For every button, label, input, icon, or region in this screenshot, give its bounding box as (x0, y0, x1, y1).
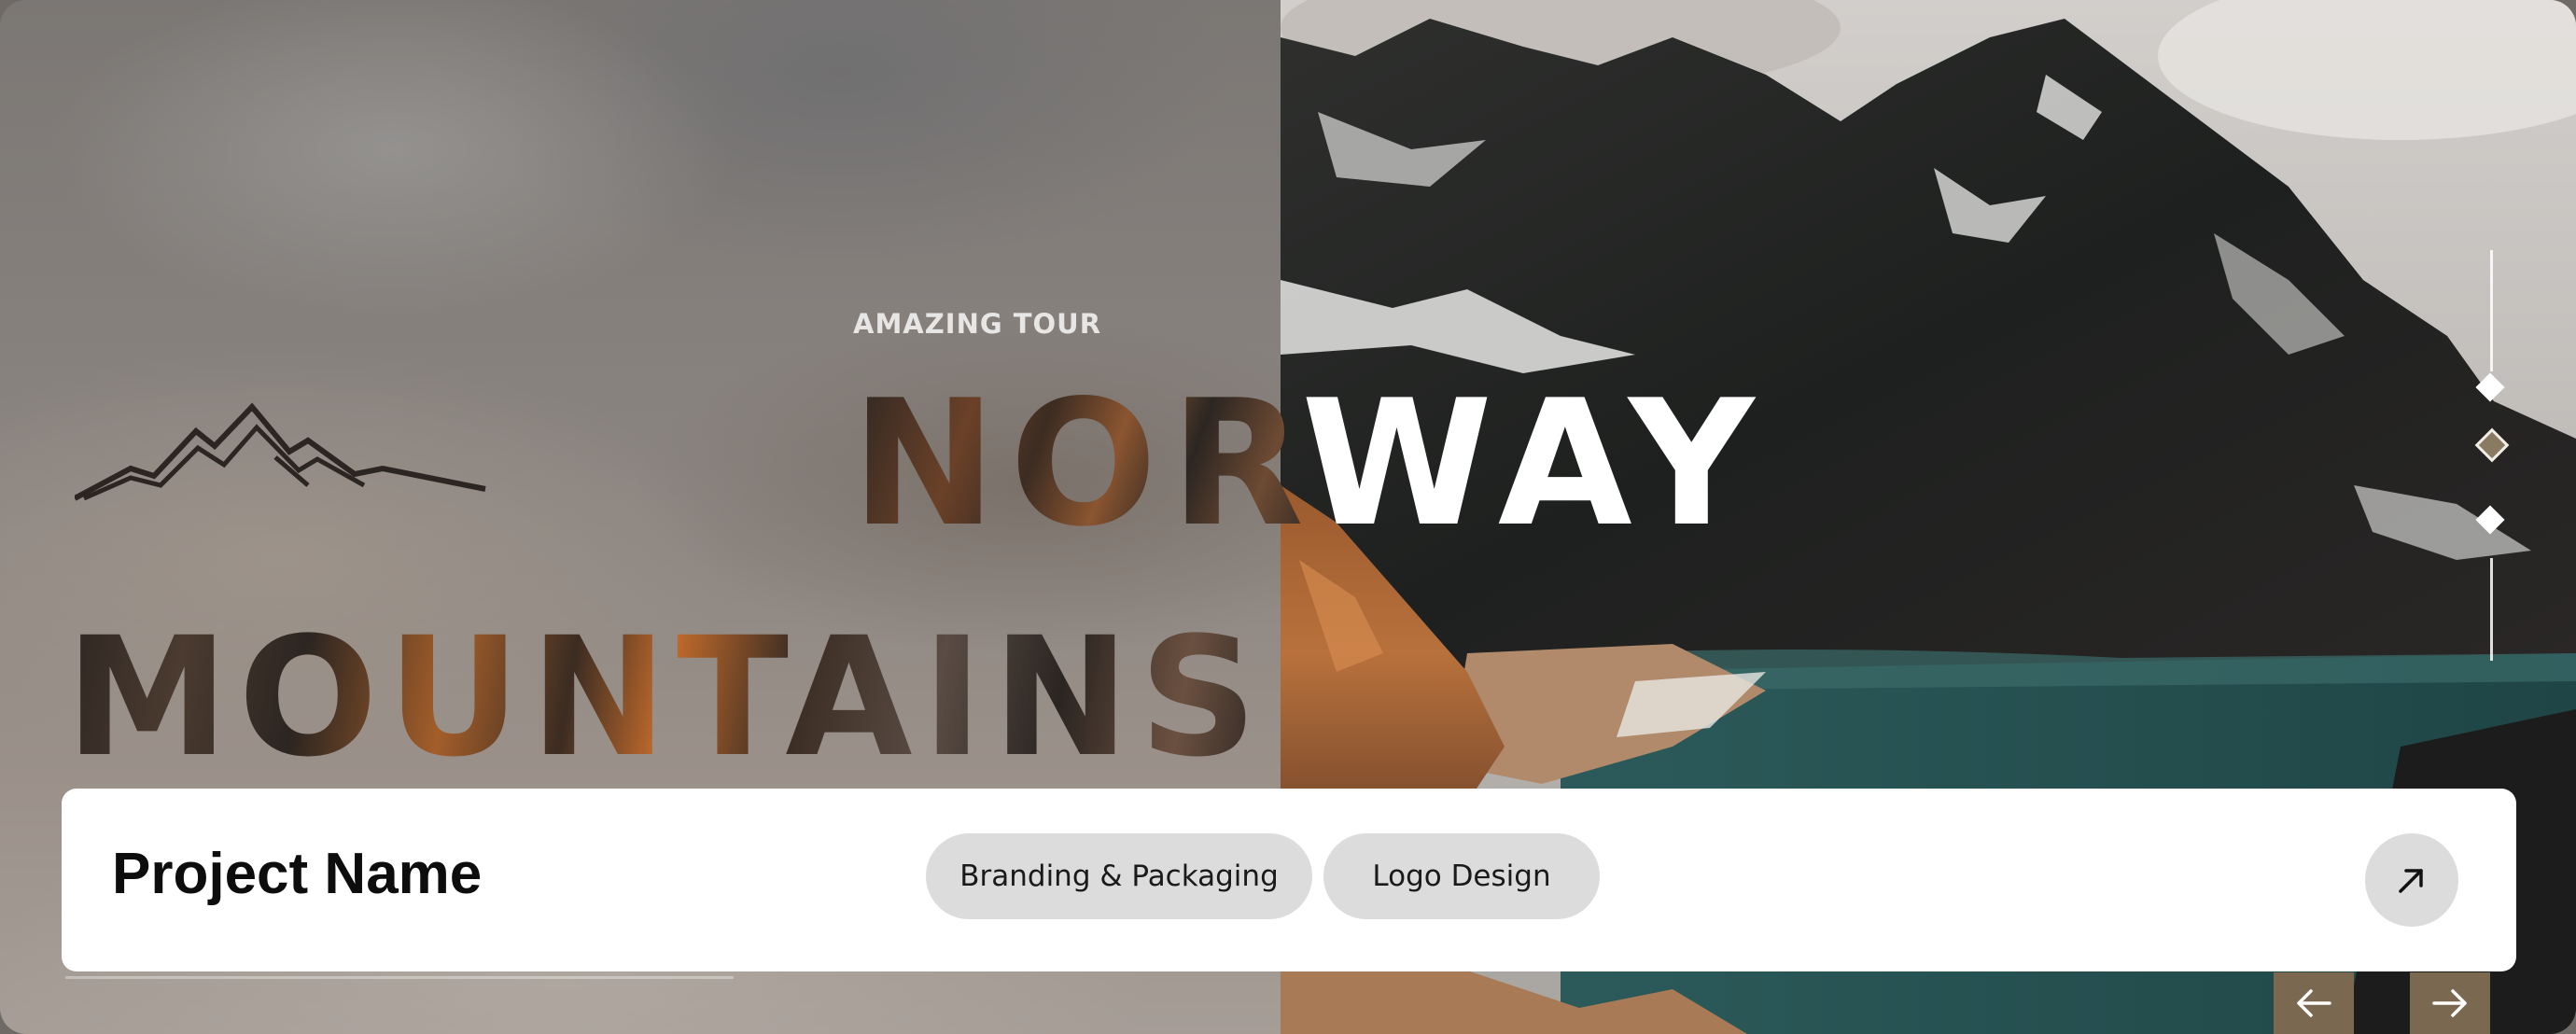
slide-indicator (2464, 250, 2520, 661)
progress-line (65, 976, 734, 979)
arrow-left-icon (2297, 989, 2331, 1017)
project-name: Project Name (112, 842, 483, 906)
tag-chip-branding[interactable]: Branding & Packaging (926, 833, 1312, 919)
arrow-up-right-icon (2399, 869, 2423, 893)
tagline: AMAZING TOUR (853, 308, 1102, 340)
arrow-right-icon (2432, 989, 2467, 1017)
mountain-logo-icon (75, 402, 486, 501)
prev-slide-button[interactable] (2274, 972, 2354, 1034)
title-word-bottom: MOUNTAINS (65, 602, 1267, 793)
slide-dot-3[interactable] (2475, 505, 2505, 535)
next-slide-button[interactable] (2410, 972, 2490, 1034)
indicator-rail-bottom (2490, 558, 2493, 661)
slide-dot-1[interactable] (2475, 372, 2505, 402)
tag-chip-logo-design[interactable]: Logo Design (1323, 833, 1600, 919)
indicator-rail-top (2490, 250, 2493, 371)
open-project-button[interactable] (2365, 833, 2458, 927)
project-info-bar: Project Name Branding & Packaging Logo D… (62, 789, 2516, 971)
slide-dot-2-active[interactable] (2474, 427, 2510, 463)
title-word-left: NOR (851, 362, 1318, 565)
title-word-right: WAY (1301, 362, 1768, 565)
project-card[interactable]: AMAZING TOUR NOR WAY MOUNTAINS Project N… (0, 0, 2576, 1034)
